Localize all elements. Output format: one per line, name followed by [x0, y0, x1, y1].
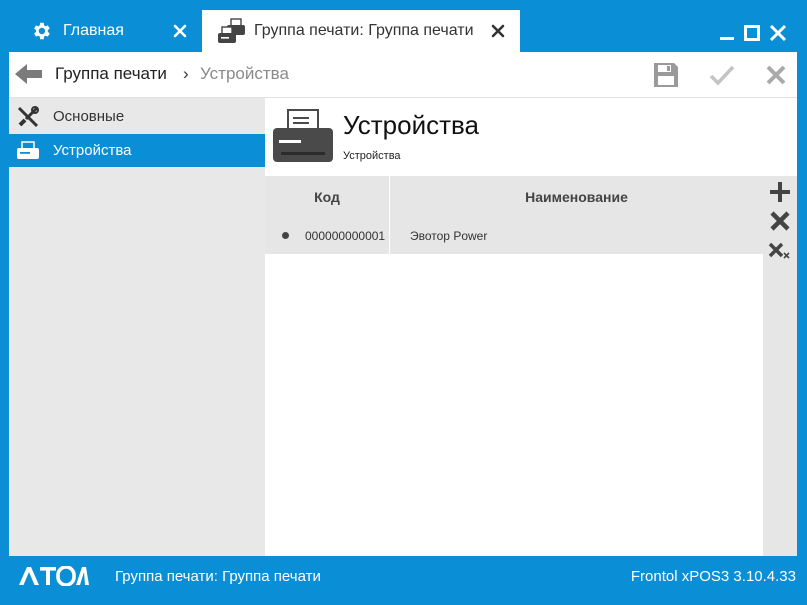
sidebar: Основные Устройства	[9, 98, 265, 556]
breadcrumb-current: Устройства	[200, 64, 289, 83]
sidebar-item-label: Основные	[53, 108, 125, 125]
row-indicator-icon	[282, 232, 289, 239]
breadcrumb-separator: ›	[183, 64, 189, 83]
status-text: Группа печати: Группа печати	[115, 568, 321, 585]
tab-home-label: Главная	[63, 22, 124, 39]
apply-check-icon[interactable]	[707, 60, 737, 90]
close-window-icon[interactable]	[767, 22, 789, 44]
page-title: Устройства	[343, 110, 480, 140]
sidebar-item-devices[interactable]: Устройства	[9, 134, 265, 167]
column-header-name[interactable]: Наименование	[390, 176, 763, 218]
cell-name: Эвотор Power	[410, 229, 488, 243]
column-divider	[389, 218, 390, 254]
sidebar-item-basic[interactable]: Основные	[9, 100, 265, 133]
close-tab-home-icon[interactable]	[168, 19, 192, 43]
table-row[interactable]: 000000000001 Эвотор Power	[265, 218, 763, 254]
cell-code: 000000000001	[305, 229, 386, 243]
back-arrow-icon[interactable]	[15, 63, 45, 85]
atol-logo	[18, 565, 90, 587]
status-bar: Группа печати: Группа печати Frontol xPO…	[0, 556, 807, 605]
page-subtitle: Устройства	[343, 150, 401, 162]
maximize-icon[interactable]	[741, 22, 763, 44]
minimize-icon[interactable]	[716, 22, 738, 44]
printer-group-icon	[216, 15, 248, 47]
printer-icon	[15, 138, 41, 164]
devices-table: Код Наименование 000000000001 Эвотор Pow…	[265, 176, 763, 556]
clear-all-icon[interactable]	[765, 236, 795, 264]
tab-home[interactable]: Главная	[11, 10, 202, 52]
toolbar: Группа печати › Устройства	[9, 52, 797, 98]
content-window: Группа печати › Устройства Основные Устр…	[9, 52, 797, 556]
sidebar-item-label: Устройства	[53, 142, 132, 159]
breadcrumb-parent[interactable]: Группа печати	[55, 64, 167, 84]
table-header: Код Наименование	[265, 176, 763, 218]
tools-icon	[15, 104, 41, 130]
cancel-icon[interactable]	[761, 60, 791, 90]
save-icon[interactable]	[651, 60, 681, 90]
app-version: Frontol xPOS3 3.10.4.33	[630, 568, 796, 585]
app-window: Главная Группа печати: Группа печати Гру…	[0, 0, 807, 605]
main-panel: Устройства Устройства Код Наименование 0…	[265, 98, 797, 556]
add-icon[interactable]	[765, 178, 795, 206]
tab-print-group[interactable]: Группа печати: Группа печати	[202, 10, 520, 52]
title-bar: Главная Группа печати: Группа печати	[0, 0, 807, 52]
tab-print-group-label: Группа печати: Группа печати	[254, 22, 474, 39]
gear-icon	[25, 15, 57, 47]
close-tab-print-icon[interactable]	[486, 19, 510, 43]
delete-icon[interactable]	[765, 207, 795, 235]
column-header-code[interactable]: Код	[265, 176, 390, 218]
printer-icon	[271, 108, 335, 166]
table-tools	[763, 176, 797, 556]
